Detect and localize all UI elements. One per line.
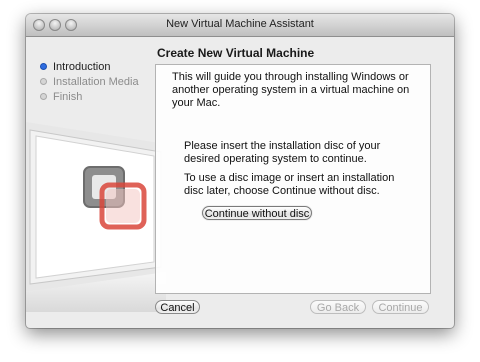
step-list: Introduction Installation Media Finish — [40, 59, 139, 104]
step-finish: Finish — [40, 89, 139, 104]
vmware-logo-artwork — [26, 122, 166, 312]
step-pending-indicator-icon — [40, 93, 47, 100]
step-installation-media: Installation Media — [40, 74, 139, 89]
insert-disc-text: Please insert the installation disc of y… — [184, 140, 381, 165]
step-pending-indicator-icon — [40, 78, 47, 85]
disc-image-text: To use a disc image or insert an install… — [184, 172, 395, 197]
step-label: Finish — [53, 90, 83, 103]
window-title: New Virtual Machine Assistant — [166, 18, 314, 30]
intro-text: This will guide you through installing W… — [172, 71, 410, 109]
continue-button[interactable]: Continue — [372, 300, 429, 314]
step-label: Installation Media — [53, 75, 139, 88]
title-bar: New Virtual Machine Assistant — [26, 14, 454, 37]
step-current-indicator-icon — [40, 63, 47, 70]
continue-without-disc-button[interactable]: Continue without disc — [202, 206, 312, 220]
cancel-button[interactable]: Cancel — [155, 300, 200, 314]
page-title: Create New Virtual Machine — [157, 46, 315, 60]
content-panel: This will guide you through installing W… — [155, 64, 431, 294]
step-introduction: Introduction — [40, 59, 139, 74]
step-label: Introduction — [53, 60, 111, 73]
go-back-button[interactable]: Go Back — [310, 300, 366, 314]
assistant-window: New Virtual Machine Assistant Introducti… — [26, 14, 454, 328]
